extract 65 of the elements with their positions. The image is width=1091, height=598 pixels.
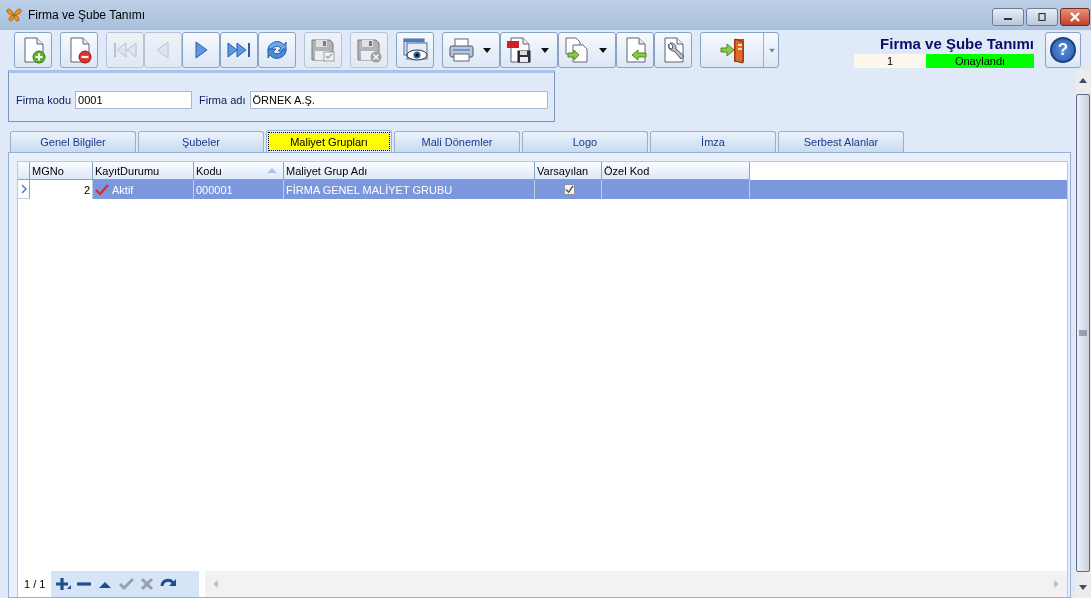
scroll-thumb[interactable]	[1076, 94, 1090, 572]
table-cell: 000001	[194, 180, 284, 199]
column-header[interactable]: Maliyet Grup Adı	[284, 162, 535, 180]
column-header[interactable]: Özel Kod	[602, 162, 750, 180]
save-icon	[309, 36, 337, 64]
caret-icon[interactable]	[483, 47, 491, 53]
butterfly-icon	[6, 7, 22, 23]
text-field[interactable]: 0001	[75, 91, 193, 109]
wrench-document-button[interactable]	[654, 32, 692, 68]
column-header[interactable]: MGNo	[30, 162, 93, 180]
exit-door-icon	[719, 36, 747, 64]
close-button[interactable]	[1060, 8, 1090, 26]
tab[interactable]: Maliyet Grupları	[266, 130, 392, 152]
caret-icon[interactable]	[599, 47, 607, 53]
close-icon	[1069, 12, 1081, 22]
scroll-down-icon[interactable]	[1078, 584, 1088, 592]
field-label: Firma adı	[199, 94, 246, 106]
import-document-button[interactable]	[616, 32, 654, 68]
preview-icon	[401, 36, 429, 64]
checkbox[interactable]	[563, 184, 575, 195]
current-row-icon	[20, 184, 27, 194]
grip-icon	[1079, 329, 1087, 337]
maximize-button[interactable]	[1026, 8, 1058, 26]
caret-icon[interactable]	[541, 47, 549, 53]
scroll-up-icon[interactable]	[1078, 76, 1088, 84]
record-number: 1	[854, 53, 926, 68]
column-header[interactable]: KayıtDurumu	[93, 162, 194, 180]
table-cell: Aktif	[112, 183, 134, 196]
add-icon	[55, 576, 73, 592]
next-record-button[interactable]	[182, 32, 220, 68]
column-header[interactable]: Kodu	[194, 162, 284, 180]
preview-button[interactable]	[396, 32, 434, 68]
field-label: Firma kodu	[16, 94, 72, 106]
refresh-button[interactable]	[258, 32, 296, 68]
pdf-export-button[interactable]	[500, 32, 558, 68]
add-button[interactable]	[55, 576, 73, 592]
tab[interactable]: Serbest Alanlar	[778, 131, 904, 152]
maximize-icon	[1036, 13, 1048, 21]
checkmark-icon	[118, 576, 136, 592]
text-field[interactable]: ÖRNEK A.Ş.	[249, 91, 548, 109]
tab[interactable]: Mali Dönemler	[394, 131, 520, 152]
tab[interactable]: Şubeler	[138, 131, 264, 152]
header-cell	[18, 162, 30, 180]
pdf-export-icon	[505, 36, 533, 64]
help-button[interactable]: ?	[1045, 32, 1081, 68]
printer-icon	[447, 36, 475, 64]
table-row[interactable]: 2 Aktif 000001 FİRMA GENEL MALİYET GRUBU	[18, 180, 1067, 199]
last-record-button[interactable]	[220, 32, 258, 68]
record-counter: 1 / 1	[24, 578, 46, 590]
table-cell: 2	[30, 180, 93, 199]
tab[interactable]: Logo	[522, 131, 648, 152]
status-label: Onaylandı	[926, 53, 1034, 68]
table-cell: FİRMA GENEL MALİYET GRUBU	[284, 180, 535, 199]
cancel-save-icon	[355, 36, 383, 64]
tab[interactable]: İmza	[650, 131, 776, 152]
new-document-button[interactable]	[14, 32, 52, 68]
export-documents-icon	[563, 36, 591, 64]
window-title: Firma ve Şube Tanımı	[28, 8, 146, 22]
form-title: Firma ve Şube Tanımı	[880, 34, 1034, 52]
minimize-button[interactable]	[992, 8, 1024, 26]
column-header[interactable]: Varsayılan	[535, 162, 602, 180]
exit-door-button[interactable]	[700, 32, 779, 68]
delete-document-button[interactable]	[60, 32, 98, 68]
tab[interactable]: Genel Bilgiler	[10, 131, 136, 152]
vertical-scrollbar[interactable]	[1075, 70, 1091, 598]
